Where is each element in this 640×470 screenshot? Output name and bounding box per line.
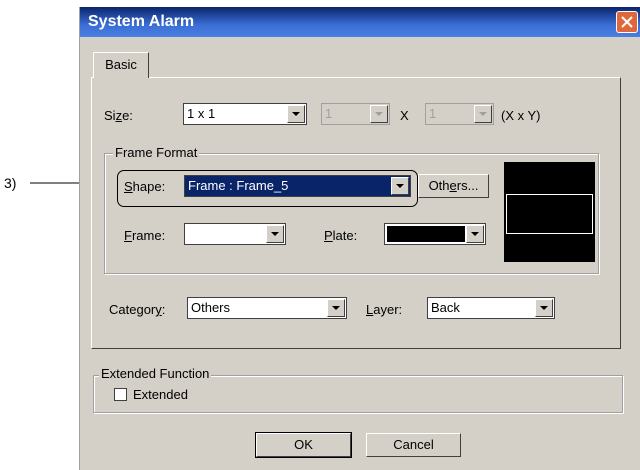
layer-label: Layer: <box>366 302 403 317</box>
shape-preview <box>504 162 595 262</box>
size-select[interactable]: 1 x 1 <box>183 103 307 125</box>
size-x-select: 1 <box>321 103 390 125</box>
chevron-down-icon <box>391 177 409 195</box>
size-y-select: 1 <box>425 103 494 125</box>
extended-checkbox-label: Extended <box>133 387 188 402</box>
category-label: Category: <box>109 302 166 317</box>
window-title: System Alarm <box>88 13 195 30</box>
close-icon <box>621 16 633 28</box>
size-x-value: 1 <box>325 106 333 121</box>
category-select[interactable]: Others <box>187 297 347 319</box>
shape-label: Shape: <box>124 179 166 194</box>
size-y-value: 1 <box>429 106 437 121</box>
preview-frame <box>506 194 593 234</box>
plate-label: Plate: <box>324 228 358 243</box>
close-button[interactable] <box>616 11 638 33</box>
layer-select-value: Back <box>431 300 460 315</box>
size-unit: (X x Y) <box>501 108 541 123</box>
frame-format-title: Frame Format <box>113 145 200 160</box>
tab-basic-label: Basic <box>105 57 137 72</box>
chevron-down-icon <box>535 299 553 317</box>
others-button[interactable]: Others... <box>418 174 489 198</box>
chevron-down-icon <box>370 105 388 123</box>
ok-button-label: OK <box>294 437 313 452</box>
cancel-button[interactable]: Cancel <box>366 433 461 457</box>
shape-select[interactable]: Frame : Frame_5 <box>184 175 411 197</box>
size-select-value: 1 x 1 <box>187 106 216 121</box>
category-select-value: Others <box>191 300 231 315</box>
size-x-separator: X <box>400 108 409 123</box>
layer-select[interactable]: Back <box>427 297 555 319</box>
tab-basic[interactable]: Basic <box>93 52 149 78</box>
chevron-down-icon <box>266 225 284 243</box>
plate-color-select[interactable] <box>384 223 486 245</box>
extended-checkbox[interactable] <box>114 388 127 401</box>
frame-label: Frame: <box>124 228 166 243</box>
frame-color-swatch <box>187 226 265 242</box>
system-alarm-dialog: System Alarm Basic Size: 1 x 1 1 X 1 (X … <box>79 7 640 470</box>
frame-color-select[interactable] <box>184 223 286 245</box>
chevron-down-icon <box>466 225 484 243</box>
title-bar: System Alarm <box>80 7 640 37</box>
shape-select-value: Frame : Frame_5 <box>188 178 289 193</box>
plate-color-swatch <box>387 226 465 242</box>
extended-function-title: Extended Function <box>99 366 212 381</box>
chevron-down-icon <box>327 299 345 317</box>
chevron-down-icon <box>287 105 305 123</box>
ok-button[interactable]: OK <box>255 432 352 458</box>
cancel-button-label: Cancel <box>393 437 434 452</box>
chevron-down-icon <box>474 105 492 123</box>
callout-label: 3) <box>4 175 17 191</box>
size-label: Size: <box>104 108 133 123</box>
